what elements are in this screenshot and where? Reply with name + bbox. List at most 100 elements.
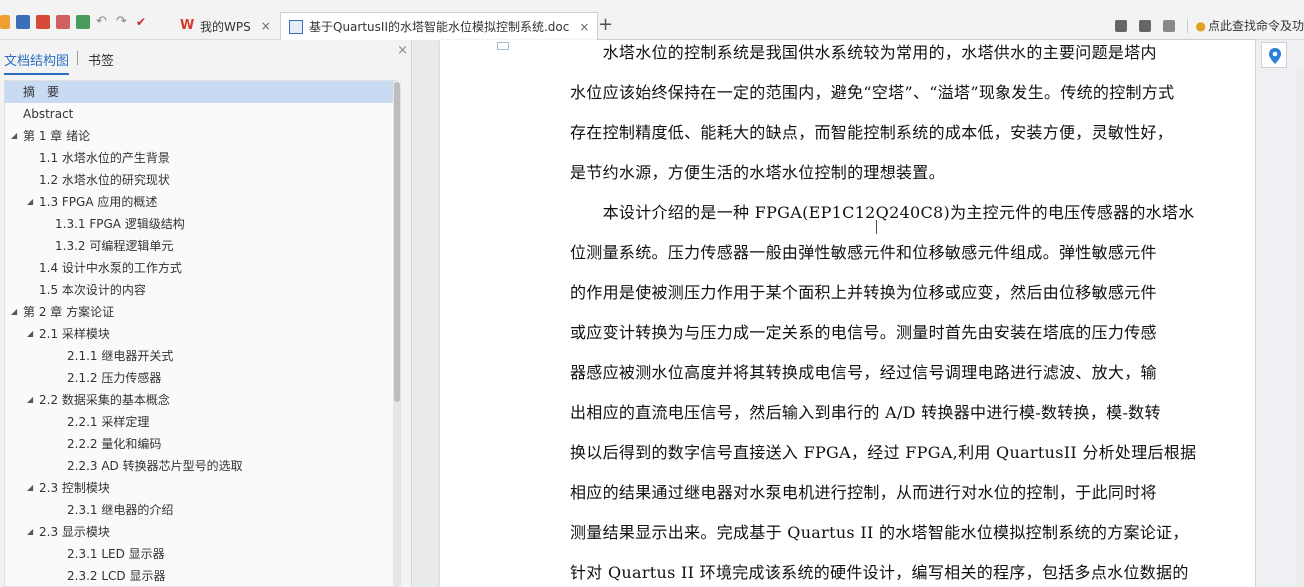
collapse-triangle-icon[interactable]: ◢ xyxy=(27,323,33,345)
outline-item-label: 2.2.1 采样定理 xyxy=(67,415,150,429)
outline-item-label: 2.2.3 AD 转换器芯片型号的选取 xyxy=(67,459,243,473)
outline-item[interactable]: ◢ 2.3 显示模块 xyxy=(5,521,395,543)
save-icon[interactable] xyxy=(16,15,30,29)
undo-icon[interactable]: ↶ xyxy=(96,15,110,29)
export-pdf-icon[interactable] xyxy=(36,15,50,29)
outline-item[interactable]: Abstract xyxy=(5,103,395,125)
tab-my-wps[interactable]: W 我的WPS × xyxy=(180,12,271,40)
outline-item-label: 2.2.2 量化和编码 xyxy=(67,437,162,451)
open-folder-icon[interactable] xyxy=(0,15,10,29)
outline-item[interactable]: ◢ 1.3 FPGA 应用的概述 xyxy=(5,191,395,213)
tab-document[interactable]: 基于QuartusII的水塔智能水位模拟控制系统.doc × xyxy=(280,12,599,40)
outline-scrollbar-thumb[interactable] xyxy=(394,82,400,402)
print-icon[interactable] xyxy=(56,15,70,29)
document-line: 本设计介绍的是一种 FPGA(EP1C12Q240C8)为主控元件的电压传感器的… xyxy=(570,203,1195,222)
skin-icon[interactable] xyxy=(1114,19,1127,32)
redo-icon[interactable]: ↷ xyxy=(116,15,130,29)
outline-item[interactable]: 摘 要 xyxy=(5,81,395,103)
document-line: 测量结果显示出来。完成基于 Quartus II 的水塔智能水位模拟控制系统的方… xyxy=(570,523,1189,542)
outline-item[interactable]: 1.3.2 可编程逻辑单元 xyxy=(5,235,395,257)
outline-item[interactable]: 1.3.1 FPGA 逻辑级结构 xyxy=(5,213,395,235)
new-tab-button[interactable]: + xyxy=(598,14,613,35)
document-line: 位测量系统。压力传感器一般由弹性敏感元件和位移敏感元件组成。弹性敏感元件 xyxy=(570,243,1157,262)
document-line: 是节约水源，方便生活的水塔水位控制的理想装置。 xyxy=(570,163,945,182)
tab-my-wps-label: 我的WPS xyxy=(200,19,251,34)
document-line: 换以后得到的数字信号直接送入 FPGA，经过 FPGA,利用 QuartusII… xyxy=(570,443,1197,462)
outline-item[interactable]: 1.1 水塔水位的产生背景 xyxy=(5,147,395,169)
outline-item[interactable]: ◢ 2.1 采样模块 xyxy=(5,323,395,345)
outline-item[interactable]: 2.3.1 LED 显示器 xyxy=(5,543,395,565)
word-document-icon xyxy=(289,19,303,34)
flag-icon[interactable] xyxy=(1162,19,1175,32)
outline-item[interactable]: 2.1.2 压力传感器 xyxy=(5,367,395,389)
quick-access-toolbar: ↶ ↷ ✔ xyxy=(0,15,156,29)
share-icon[interactable] xyxy=(1138,19,1151,32)
nav-pane-close-button[interactable]: × xyxy=(397,43,408,58)
document-line: 存在控制精度低、能耗大的缺点，而智能控制系统的成本低，安装方便，灵敏性好， xyxy=(570,123,1174,142)
outline-item-label: 第 2 章 方案论证 xyxy=(23,305,115,319)
outline-item[interactable]: 1.5 本次设计的内容 xyxy=(5,279,395,301)
outline-item-label: 2.2 数据采集的基本概念 xyxy=(39,393,170,407)
collapse-triangle-icon[interactable]: ◢ xyxy=(11,125,17,147)
collapse-triangle-icon[interactable]: ◢ xyxy=(27,191,33,213)
paragraph-format-icon[interactable] xyxy=(497,42,509,50)
top-toolbar: ↶ ↷ ✔ W 我的WPS × 基于QuartusII的水塔智能水位模拟控制系统… xyxy=(0,0,1304,40)
outline-item-label: 2.3.1 LED 显示器 xyxy=(67,547,165,561)
top-right-tools: ● 点此查找命令及功 xyxy=(1114,17,1304,34)
format-painter-icon[interactable]: ✔ xyxy=(136,15,150,29)
outline-item[interactable]: ◢ 第 2 章 方案论证 xyxy=(5,301,395,323)
document-scrollbar[interactable] xyxy=(1296,70,1304,587)
outline-item-label: 1.3.1 FPGA 逻辑级结构 xyxy=(55,217,185,231)
outline-item-label: 2.3.2 LCD 显示器 xyxy=(67,569,166,583)
collapse-triangle-icon[interactable]: ◢ xyxy=(27,521,33,543)
outline-item[interactable]: ◢ 2.2 数据采集的基本概念 xyxy=(5,389,395,411)
document-line: 出相应的直流电压信号，然后输入到串行的 A/D 转换器中进行模-数转换，模-数转 xyxy=(570,403,1161,422)
outline-scrollbar[interactable] xyxy=(393,82,401,587)
outline-item-label: 摘 要 xyxy=(23,85,60,99)
outline-item[interactable]: 2.2.1 采样定理 xyxy=(5,411,395,433)
outline-item-label: Abstract xyxy=(23,107,74,121)
toolbar-divider xyxy=(1186,18,1188,33)
nav-tab-divider xyxy=(77,51,78,65)
outline-item[interactable]: 2.3.2 LCD 显示器 xyxy=(5,565,395,586)
document-line: 器感应被测水位高度并将其转换成电信号，经过信号调理电路进行滤波、放大，输 xyxy=(570,363,1157,382)
outline-item-label: 1.1 水塔水位的产生背景 xyxy=(39,151,170,165)
document-line: 水位应该始终保持在一定的范围内，避免“空塔”、“溢塔”现象发生。传统的控制方式 xyxy=(570,83,1175,102)
outline-item[interactable]: 2.1.1 继电器开关式 xyxy=(5,345,395,367)
outline-item-label: 1.3.2 可编程逻辑单元 xyxy=(55,239,174,253)
tab-my-wps-close-button[interactable]: × xyxy=(261,19,271,33)
tab-document-label: 基于QuartusII的水塔智能水位模拟控制系统.doc xyxy=(309,20,570,34)
outline-item[interactable]: 2.2.2 量化和编码 xyxy=(5,433,395,455)
collapse-triangle-icon[interactable]: ◢ xyxy=(11,301,17,323)
outline-item[interactable]: 2.2.3 AD 转换器芯片型号的选取 xyxy=(5,455,395,477)
print-preview-icon[interactable] xyxy=(76,15,90,29)
outline-item[interactable]: 1.2 水塔水位的研究现状 xyxy=(5,169,395,191)
outline-item-label: 2.1 采样模块 xyxy=(39,327,110,341)
document-outline: 摘 要 Abstract ◢ 第 1 章 绪论 1.1 水塔水位的产生背景 1.2… xyxy=(4,80,398,587)
outline-item[interactable]: 2.3.1 继电器的介绍 xyxy=(5,499,395,521)
outline-item[interactable]: ◢ 2.3 控制模块 xyxy=(5,477,395,499)
navigation-tabs: 文档结构图 书签 × xyxy=(0,40,412,76)
collapse-triangle-icon[interactable]: ◢ xyxy=(27,477,33,499)
outline-item-label: 第 1 章 绪论 xyxy=(23,129,91,143)
document-line: 相应的结果通过继电器对水泵电机进行控制，从而进行对水位的控制，于此同时将 xyxy=(570,483,1157,502)
command-search-hint[interactable]: 点此查找命令及功 xyxy=(1208,17,1304,34)
outline-item-label: 1.3 FPGA 应用的概述 xyxy=(39,195,158,209)
document-line: 水塔水位的控制系统是我国供水系统较为常用的，水塔供水的主要问题是塔内 xyxy=(570,43,1157,62)
outline-item-label: 2.3.1 继电器的介绍 xyxy=(67,503,174,517)
text-cursor xyxy=(876,220,882,234)
document-line: 或应变计转换为与压力成一定关系的电信号。测量时首先由安装在塔底的压力传感 xyxy=(570,323,1157,342)
tab-document-outline[interactable]: 文档结构图 xyxy=(4,50,70,75)
outline-item-label: 2.3 控制模块 xyxy=(39,481,110,495)
outline-item[interactable]: 1.4 设计中水泵的工作方式 xyxy=(5,257,395,279)
tab-document-close-button[interactable]: × xyxy=(579,20,589,34)
collapse-triangle-icon[interactable]: ◢ xyxy=(27,389,33,411)
outline-item-label: 1.5 本次设计的内容 xyxy=(39,283,146,297)
outline-item-label: 2.1.2 压力传感器 xyxy=(67,371,162,385)
navigation-pane: 文档结构图 书签 × 摘 要 Abstract ◢ 第 1 章 绪论 1.1 水塔… xyxy=(0,40,412,587)
location-pin-button[interactable] xyxy=(1261,42,1287,68)
outline-item[interactable]: ◢ 第 1 章 绪论 xyxy=(5,125,395,147)
document-line: 的作用是使被测压力作用于某个面积上并转换为位移或应变，然后由位移敏感元件 xyxy=(570,283,1157,302)
wps-logo-icon: W xyxy=(180,18,195,33)
tab-bookmarks[interactable]: 书签 xyxy=(88,50,114,69)
